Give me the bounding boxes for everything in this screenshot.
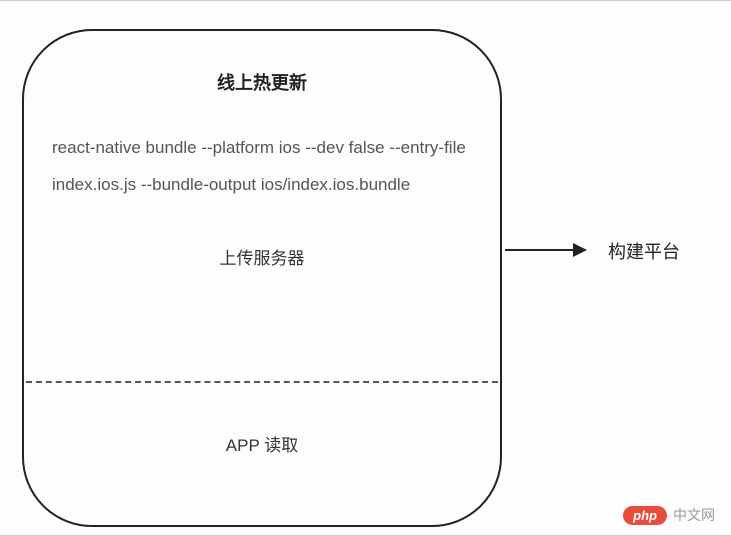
box-title: 线上热更新	[24, 69, 500, 95]
build-platform-label: 构建平台	[608, 238, 680, 264]
watermark-pill: php	[623, 506, 667, 525]
dashed-divider	[26, 381, 498, 383]
app-read-label: APP 读取	[24, 431, 500, 456]
command-text: react-native bundle --platform ios --dev…	[52, 129, 472, 204]
diagram-box: 线上热更新 react-native bundle --platform ios…	[22, 29, 502, 527]
watermark: php 中文网	[623, 505, 715, 525]
upload-server-label: 上传服务器	[24, 244, 500, 269]
arrow-right-icon	[505, 249, 585, 251]
watermark-text: 中文网	[673, 505, 715, 525]
